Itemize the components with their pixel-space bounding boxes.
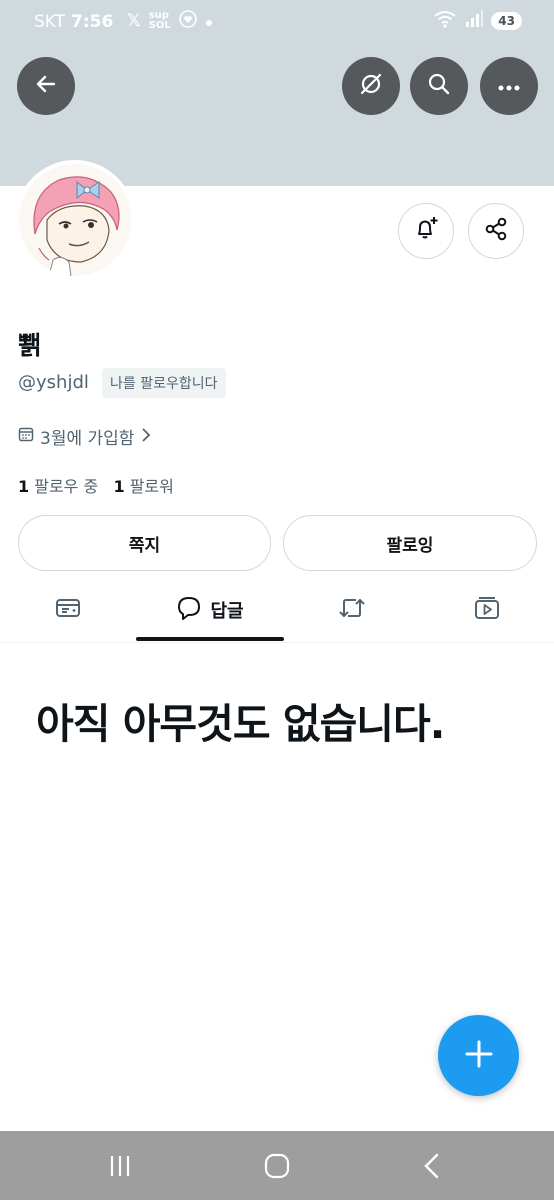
followers-label: 팔로워 — [129, 477, 174, 496]
nav-back-button[interactable] — [422, 1153, 442, 1183]
status-system-icons: 43 — [433, 10, 522, 32]
share-button[interactable] — [468, 203, 524, 259]
grok-button[interactable] — [342, 57, 400, 115]
speech-bubble-icon — [176, 595, 202, 625]
message-button[interactable]: 쪽지 — [18, 515, 271, 571]
back-button[interactable] — [17, 57, 75, 115]
followers-link[interactable]: 1 팔로워 — [113, 477, 173, 496]
tab-active-indicator — [136, 637, 284, 641]
joined-label: 3월에 가입함 — [40, 429, 135, 449]
tab-replies-label: 답글 — [210, 601, 244, 622]
wifi-icon — [433, 10, 457, 32]
avatar[interactable] — [15, 160, 135, 280]
search-button[interactable] — [410, 57, 468, 115]
joined-date[interactable]: 3월에 가입함 — [18, 424, 152, 449]
compose-button[interactable] — [438, 1015, 519, 1096]
profile-handle: @yshjdl — [18, 372, 89, 393]
display-name: 뾁 — [18, 331, 42, 360]
battery-indicator: 43 — [491, 12, 522, 30]
share-icon — [483, 216, 509, 246]
post-card-icon — [55, 596, 81, 624]
status-notification-icons: 𝕏 sup SOL — [127, 10, 213, 32]
heart-circle-icon — [178, 10, 197, 32]
calendar-icon — [18, 426, 34, 447]
chevron-right-icon — [140, 427, 152, 447]
plus-icon — [464, 1039, 494, 1073]
grok-icon — [358, 71, 384, 101]
back-icon — [34, 72, 58, 100]
recent-apps-button[interactable] — [108, 1154, 132, 1182]
tab-posts[interactable] — [0, 580, 136, 640]
following-button[interactable]: 팔로잉 — [283, 515, 537, 571]
repost-icon — [338, 596, 366, 624]
recent-apps-icon — [108, 1156, 132, 1182]
search-icon — [427, 72, 451, 100]
more-icon — [497, 77, 521, 96]
dot-icon — [205, 12, 213, 31]
following-count: 1 — [18, 477, 30, 496]
status-carrier: SKT 7:56 — [34, 12, 113, 32]
bell-plus-icon — [412, 215, 440, 247]
message-label: 쪽지 — [128, 535, 161, 556]
following-label: 팔로우 중 — [34, 477, 99, 496]
home-button[interactable] — [264, 1153, 290, 1183]
follows-you-badge: 나를 팔로우합니다 — [102, 368, 226, 398]
following-button-label: 팔로잉 — [386, 535, 434, 556]
tab-reposts[interactable] — [284, 580, 420, 640]
media-play-icon — [473, 595, 501, 625]
system-nav-bar — [0, 1131, 554, 1200]
x-logo-icon: 𝕏 — [127, 11, 141, 31]
super-sol-icon: sup SOL — [148, 10, 171, 31]
more-button[interactable] — [480, 57, 538, 115]
status-time: 7:56 — [71, 12, 114, 32]
notify-button[interactable] — [398, 203, 454, 259]
avatar-illustration — [19, 164, 131, 276]
tab-replies[interactable]: 답글 — [136, 580, 284, 640]
signal-icon — [465, 10, 484, 32]
nav-back-icon — [422, 1153, 442, 1183]
followers-count: 1 — [113, 477, 125, 496]
following-link[interactable]: 1 팔로우 중 — [18, 477, 98, 496]
profile-tabs: 답글 — [0, 580, 554, 643]
tab-media[interactable] — [420, 580, 554, 640]
home-icon — [264, 1153, 290, 1183]
empty-state-title: 아직 아무것도 없습니다. — [36, 700, 445, 748]
follow-counts: 1 팔로우 중 1 팔로워 — [18, 473, 174, 497]
carrier-label: SKT — [34, 12, 66, 32]
